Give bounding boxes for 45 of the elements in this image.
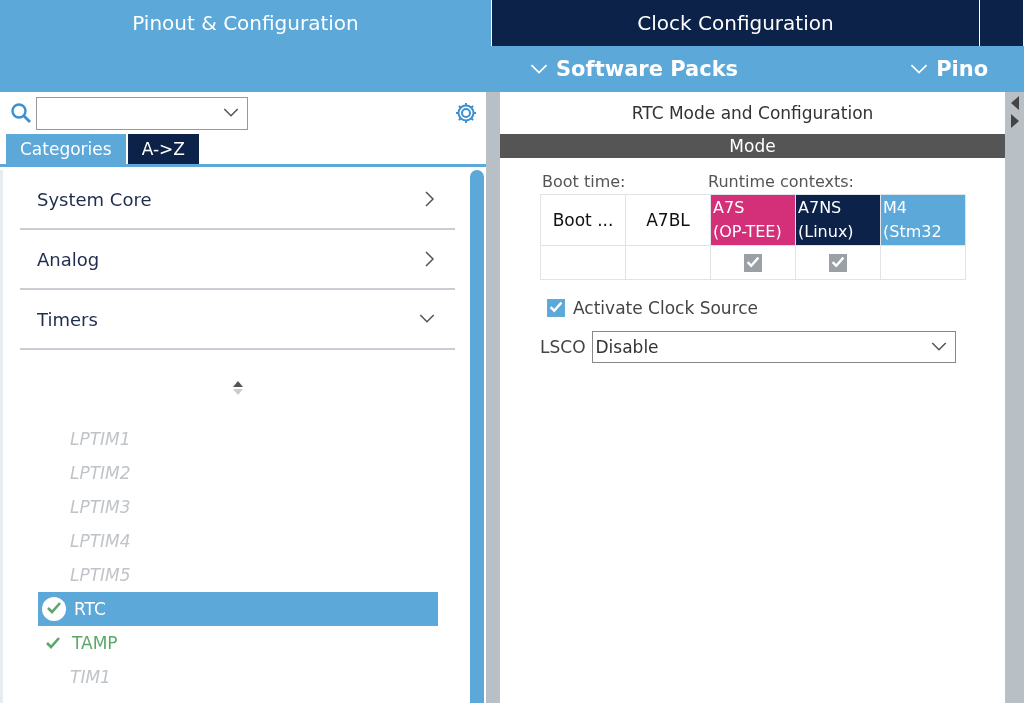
boot-time-label: Boot time: xyxy=(542,172,627,191)
column-header: A7BL xyxy=(645,209,691,232)
search-icon[interactable] xyxy=(10,102,32,124)
sort-icon[interactable] xyxy=(231,380,244,396)
checkbox[interactable] xyxy=(744,254,762,273)
menu-label: Pino xyxy=(936,57,989,81)
left-arrow-icon[interactable] xyxy=(1009,96,1020,110)
category-label: System Core xyxy=(37,188,152,210)
checkbox[interactable] xyxy=(547,299,565,317)
peripheral-item[interactable]: RTC xyxy=(38,592,438,626)
context-header: A7S (OP-TEE) xyxy=(711,195,795,245)
checkbox-label: Activate Clock Source xyxy=(573,298,759,318)
tab[interactable] xyxy=(980,0,1024,46)
chevron-down-icon xyxy=(910,63,929,75)
chevron-down-icon xyxy=(223,108,239,118)
field-label: LSCO xyxy=(540,337,586,357)
chevron-down-icon xyxy=(530,63,548,75)
scrollbar[interactable] xyxy=(470,170,484,703)
tab[interactable]: Pinout & Configuration xyxy=(0,0,492,46)
menu-button[interactable]: Pino xyxy=(910,57,989,81)
category-label: Timers xyxy=(37,308,98,330)
tab[interactable]: Clock Configuration xyxy=(492,0,980,46)
column-header: Boot ... xyxy=(551,209,615,232)
view-tab[interactable]: Categories xyxy=(6,134,126,164)
category-header[interactable]: System Core xyxy=(20,170,455,230)
peripheral-item[interactable]: TAMP xyxy=(38,626,438,660)
chevron-right-icon xyxy=(425,251,435,267)
view-tab[interactable]: A->Z xyxy=(127,134,199,164)
chevron-down-icon xyxy=(419,314,435,324)
right-arrow-icon[interactable] xyxy=(1009,114,1020,128)
panel-title: RTC Mode and Configuration xyxy=(630,102,875,125)
checkbox[interactable] xyxy=(829,254,847,273)
chevron-right-icon xyxy=(425,191,435,207)
lsco-dropdown[interactable]: Disable xyxy=(591,331,956,363)
search-field[interactable] xyxy=(36,96,248,130)
category-header[interactable]: Timers xyxy=(20,290,455,350)
context-header: M4 (Stm32 xyxy=(881,195,965,245)
category-header[interactable]: Analog xyxy=(20,230,455,290)
settings-icon[interactable] xyxy=(454,101,478,125)
context-header: A7NS (Linux) xyxy=(796,195,880,245)
category-label: Analog xyxy=(37,248,100,270)
runtime-label: Runtime contexts: xyxy=(708,172,854,191)
section-header: Mode xyxy=(500,134,1005,158)
chevron-down-icon xyxy=(930,342,947,352)
check-circle-icon xyxy=(42,597,66,621)
